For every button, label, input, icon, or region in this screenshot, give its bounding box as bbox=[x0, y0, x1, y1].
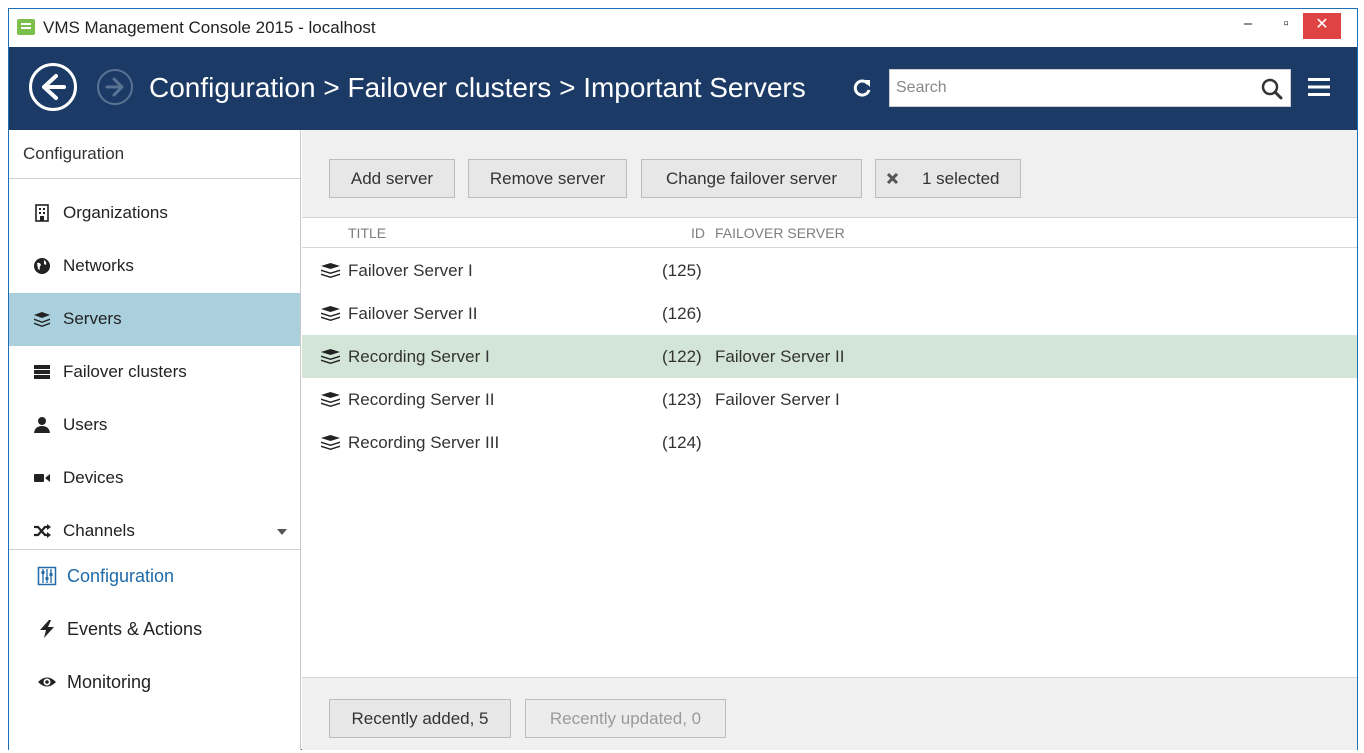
breadcrumb: Configuration > Failover clusters > Impo… bbox=[149, 72, 806, 103]
back-button[interactable] bbox=[29, 63, 77, 111]
column-header-title[interactable]: TITLE bbox=[348, 225, 386, 241]
sidebar-item-users[interactable]: Users bbox=[9, 399, 300, 452]
servers-stack-icon bbox=[321, 392, 340, 407]
app-window: VMS Management Console 2015 - localhost … bbox=[8, 8, 1358, 750]
maximize-button[interactable]: ▫ bbox=[1269, 9, 1303, 39]
table-row[interactable]: Recording Server II (123) Failover Serve… bbox=[302, 378, 1357, 421]
change-failover-server-button[interactable]: Change failover server bbox=[641, 159, 862, 198]
row-id: (123) bbox=[662, 390, 702, 409]
table-row[interactable]: Failover Server II (126) bbox=[302, 292, 1357, 335]
sidebar-item-label: Users bbox=[63, 415, 108, 434]
configuration-icon bbox=[37, 566, 57, 586]
camera-icon bbox=[34, 474, 50, 482]
title-bar: VMS Management Console 2015 - localhost … bbox=[9, 9, 1357, 47]
sidebar-item-failover-clusters[interactable]: Failover clusters bbox=[9, 346, 300, 399]
lightning-icon bbox=[40, 620, 54, 638]
close-icon bbox=[886, 172, 899, 185]
toolbar: Add server Remove server Change failover… bbox=[302, 130, 1357, 218]
row-id: (126) bbox=[662, 304, 702, 323]
column-header-failover-server[interactable]: FAILOVER SERVER bbox=[715, 225, 845, 241]
minimize-button[interactable]: – bbox=[1231, 9, 1265, 39]
row-id: (125) bbox=[662, 261, 702, 280]
arrow-right-icon bbox=[105, 77, 124, 97]
header-bar: Configuration > Failover clusters > Impo… bbox=[9, 47, 1357, 130]
sidebar-item-label: Failover clusters bbox=[63, 362, 187, 381]
sidebar-item-label: Servers bbox=[63, 309, 122, 328]
section-label: Configuration bbox=[67, 566, 175, 586]
table-header: TITLE ID FAILOVER SERVER bbox=[302, 218, 1357, 248]
search-input[interactable] bbox=[890, 70, 1250, 106]
row-title: Recording Server III bbox=[348, 433, 500, 452]
sidebar-item-networks[interactable]: Networks bbox=[9, 240, 300, 293]
sidebar-item-label: Organizations bbox=[63, 203, 168, 222]
recently-added-button[interactable]: Recently added, 5 bbox=[329, 699, 511, 738]
table-row[interactable]: Failover Server I (125) bbox=[302, 249, 1357, 292]
row-failover-server: Failover Server I bbox=[715, 390, 840, 409]
divider bbox=[9, 178, 300, 179]
sidebar: Configuration Organizations Networks Ser… bbox=[9, 130, 301, 750]
sidebar-item-devices[interactable]: Devices bbox=[9, 452, 300, 505]
row-id: (122) bbox=[662, 347, 702, 366]
globe-icon bbox=[34, 258, 50, 274]
hamburger-menu-icon[interactable] bbox=[1307, 75, 1331, 99]
user-icon bbox=[34, 417, 50, 433]
row-id: (124) bbox=[662, 433, 702, 452]
sidebar-heading: Configuration bbox=[23, 144, 125, 163]
main-panel: Add server Remove server Change failover… bbox=[302, 130, 1357, 750]
sidebar-item-servers[interactable]: Servers bbox=[9, 293, 300, 346]
servers-stack-icon bbox=[321, 349, 340, 364]
section-label: Monitoring bbox=[67, 672, 152, 692]
section-label: Events & Actions bbox=[67, 619, 203, 639]
search-box bbox=[889, 69, 1291, 107]
row-title: Failover Server II bbox=[348, 304, 478, 323]
eye-icon bbox=[38, 677, 56, 687]
app-logo-icon bbox=[17, 19, 35, 35]
row-failover-server: Failover Server II bbox=[715, 347, 845, 366]
window-title: VMS Management Console 2015 - localhost bbox=[43, 18, 376, 37]
recently-updated-button[interactable]: Recently updated, 0 bbox=[525, 699, 726, 738]
shuffle-icon bbox=[34, 524, 51, 538]
servers-stack-icon bbox=[321, 435, 340, 450]
row-title: Recording Server II bbox=[348, 390, 495, 409]
close-button[interactable]: ✕ bbox=[1303, 13, 1341, 39]
refresh-icon[interactable] bbox=[851, 77, 873, 99]
sidebar-item-label: Channels bbox=[63, 521, 135, 540]
column-header-id[interactable]: ID bbox=[691, 225, 705, 241]
table-row-selected[interactable]: Recording Server I (122) Failover Server… bbox=[302, 335, 1357, 378]
section-monitoring[interactable]: Monitoring bbox=[9, 656, 300, 708]
row-title: Failover Server I bbox=[348, 261, 473, 280]
sidebar-item-label: Networks bbox=[63, 256, 134, 275]
table-row[interactable]: Recording Server III (124) bbox=[302, 421, 1357, 464]
clear-selection-button[interactable]: 1 selected bbox=[875, 159, 1021, 198]
servers-stack-icon bbox=[321, 306, 340, 321]
arrow-left-icon bbox=[42, 74, 66, 100]
footer-bar: Recently added, 5 Recently updated, 0 bbox=[302, 677, 1357, 750]
building-icon bbox=[35, 204, 49, 222]
sidebar-item-organizations[interactable]: Organizations bbox=[9, 187, 300, 240]
selected-count: 1 selected bbox=[922, 169, 1000, 188]
section-configuration[interactable]: Configuration bbox=[9, 550, 300, 602]
add-server-button[interactable]: Add server bbox=[329, 159, 455, 198]
sidebar-item-label: Devices bbox=[63, 468, 124, 487]
remove-server-button[interactable]: Remove server bbox=[468, 159, 627, 198]
servers-stack-icon bbox=[34, 312, 50, 327]
search-icon[interactable] bbox=[1260, 77, 1284, 101]
scroll-down-arrow-icon[interactable] bbox=[277, 529, 287, 535]
row-title: Recording Server I bbox=[348, 347, 490, 366]
section-events-actions[interactable]: Events & Actions bbox=[9, 603, 300, 655]
servers-stack-icon bbox=[321, 263, 340, 278]
failover-cluster-icon bbox=[34, 365, 50, 379]
forward-button[interactable] bbox=[97, 69, 133, 105]
